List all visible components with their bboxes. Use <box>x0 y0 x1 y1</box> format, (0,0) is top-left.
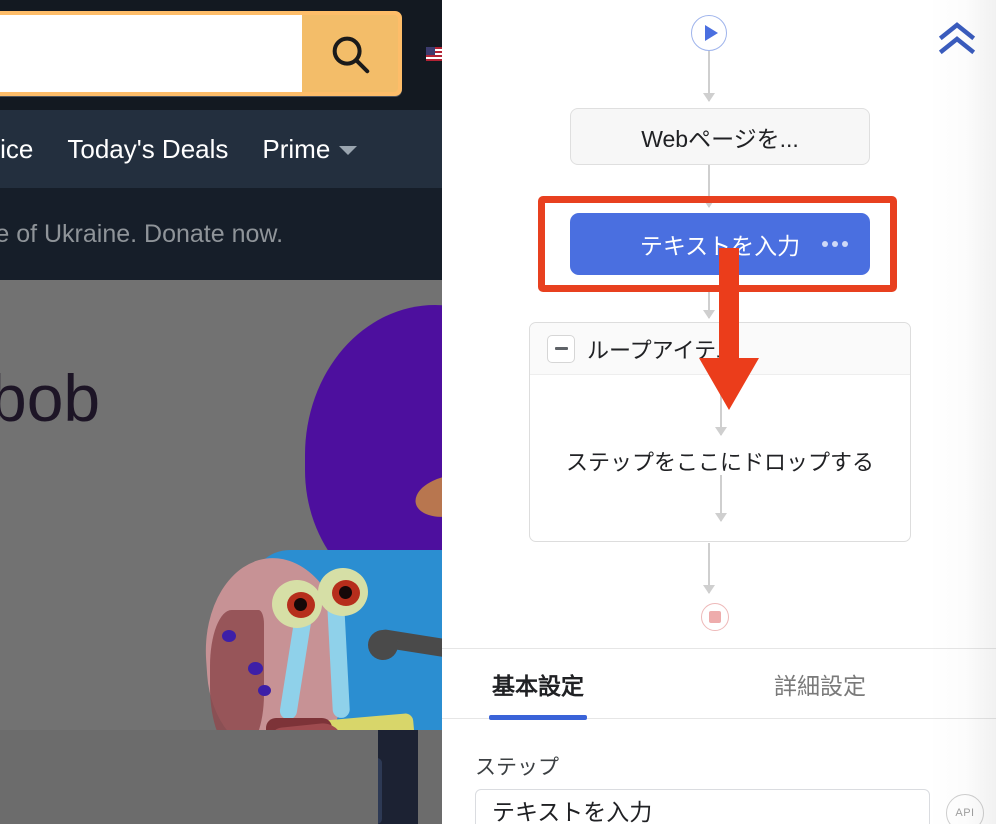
flow-canvas: Webページを... テキストを入力 ループアイテム ステップをここにドロップす… <box>442 0 996 648</box>
tab-basic-settings[interactable]: 基本設定 <box>442 649 634 719</box>
minus-icon[interactable] <box>547 334 575 363</box>
search-icon <box>327 31 373 77</box>
character-arm-joint <box>368 630 398 660</box>
background-webpage: ervice Today's Deals Prime ople of Ukrai… <box>0 0 442 824</box>
flow-connector <box>703 543 715 594</box>
flow-connector <box>715 475 727 522</box>
amazon-nav-bar: ervice Today's Deals Prime <box>0 110 442 188</box>
rpa-flow-panel: Webページを... テキストを入力 ループアイテム ステップをここにドロップす… <box>442 0 996 824</box>
step-field-label: ステップ <box>475 756 559 779</box>
chevron-down-icon <box>339 146 358 156</box>
tab-label: 基本設定 <box>492 672 584 699</box>
search-button[interactable] <box>302 15 398 92</box>
step-name-value: テキストを入力 <box>492 799 653 824</box>
product-hero-image: bob <box>0 280 442 824</box>
page-title: bob <box>0 361 101 435</box>
play-icon <box>704 25 718 41</box>
us-flag-icon[interactable] <box>426 47 442 61</box>
hero-overlay-left <box>0 730 378 824</box>
character-spot <box>258 685 271 696</box>
tab-label: 詳細設定 <box>774 672 866 699</box>
character-head-shadow <box>210 610 264 750</box>
character-pupil <box>332 580 360 606</box>
flow-step-webpage[interactable]: Webページを... <box>570 108 870 165</box>
settings-tabs: 基本設定 詳細設定 <box>442 649 996 719</box>
character-spot <box>248 662 263 675</box>
step-name-input[interactable]: テキストを入力 <box>475 789 930 824</box>
flow-connector <box>703 51 715 102</box>
flow-step-label: Webページを... <box>641 125 799 152</box>
flow-start-node[interactable] <box>691 15 727 51</box>
search-input[interactable] <box>0 15 302 92</box>
flow-end-node[interactable] <box>701 603 729 631</box>
amazon-search-box[interactable] <box>0 11 402 96</box>
hero-overlay-right <box>418 730 442 824</box>
screenshot-root: ervice Today's Deals Prime ople of Ukrai… <box>0 0 996 824</box>
amazon-donate-banner: ople of Ukraine. Donate now. <box>0 188 442 280</box>
stop-icon <box>709 611 721 623</box>
nav-item-customer-service[interactable]: ervice <box>0 134 33 165</box>
settings-section: 基本設定 詳細設定 ステップ テキストを入力 API <box>442 648 996 824</box>
nav-item-prime[interactable]: Prime <box>262 134 358 165</box>
banner-text: ople of Ukraine. Donate now. <box>0 219 284 248</box>
nav-item-todays-deals[interactable]: Today's Deals <box>67 134 228 165</box>
ellipsis-icon[interactable] <box>822 241 848 247</box>
amazon-search-row <box>0 0 442 110</box>
character-spot <box>222 630 236 642</box>
tab-advanced-settings[interactable]: 詳細設定 <box>724 649 916 719</box>
loop-drop-hint: ステップをここにドロップする <box>565 450 874 475</box>
annotation-arrow <box>697 248 761 423</box>
character-pupil <box>287 592 315 618</box>
api-badge-label: API <box>955 807 975 819</box>
api-badge-icon[interactable]: API <box>946 794 984 824</box>
